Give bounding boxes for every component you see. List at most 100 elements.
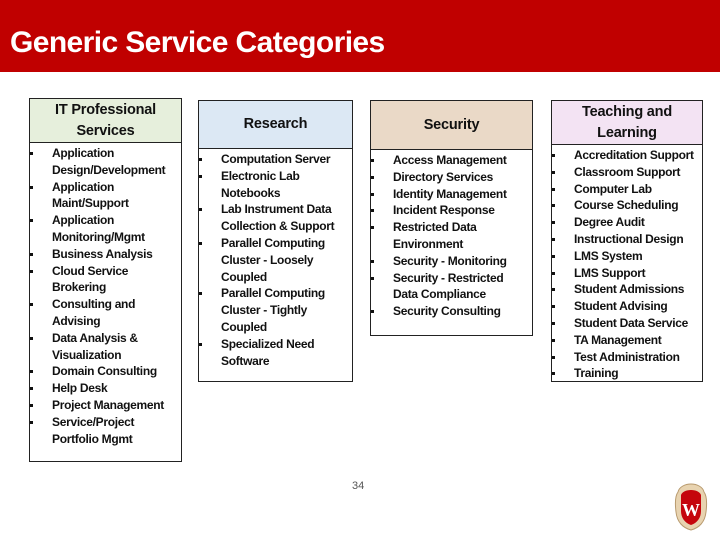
category-item-list: Access Management Directory Services Ident…: [371, 150, 532, 320]
bullet-icon: [199, 174, 202, 178]
bullet-icon: [552, 321, 555, 325]
slide-title: Generic Service Categories: [10, 26, 385, 59]
list-item: Degree Audit: [552, 214, 702, 231]
list-item: Course Scheduling: [552, 197, 702, 214]
bullet-icon: [30, 370, 33, 374]
list-item-label: Parallel Computing Cluster - Tightly Cou…: [221, 286, 325, 334]
university-crest-icon: W: [674, 483, 708, 531]
list-item-label: Application Design/Development: [52, 146, 166, 177]
list-item: Access Management: [371, 152, 532, 169]
list-item-label: Access Management: [393, 153, 507, 167]
list-item: Computer Lab: [552, 181, 702, 198]
list-item: LMS System: [552, 248, 702, 265]
list-item: Test Administration: [552, 349, 702, 366]
list-item-label: Consulting and Advising: [52, 297, 136, 328]
list-item-label: Service/Project Portfolio Mgmt: [52, 414, 135, 446]
list-item: Application Design/Development: [30, 145, 181, 179]
bullet-icon: [552, 221, 555, 225]
list-item-label: Test Administration: [574, 349, 680, 364]
category-header: Teaching and Learning: [552, 101, 702, 145]
bullet-icon: [199, 292, 202, 296]
list-item: Training: [552, 365, 702, 382]
bullet-icon: [30, 403, 33, 407]
list-item: Security - Restricted Data Compliance: [371, 270, 532, 304]
list-item: Application Maint/Support: [30, 179, 181, 213]
bullet-icon: [30, 219, 33, 223]
bullet-icon: [30, 152, 33, 155]
list-item-label: Restricted Data Environment: [393, 220, 477, 251]
list-item: Consulting and Advising: [30, 296, 181, 330]
crest-letter: W: [682, 500, 700, 520]
list-item-label: Instructional Design: [574, 231, 684, 246]
list-item: Project Management: [30, 397, 181, 414]
list-item: Student Data Service: [552, 315, 702, 332]
category-box-it-professional-services: IT Professional Services Application Des…: [29, 98, 182, 462]
category-header: Security: [371, 101, 532, 150]
list-item-label: Cloud Service Brokering: [52, 263, 129, 295]
list-item-label: Specialized Need Software: [221, 336, 315, 368]
list-item-label: Student Admissions: [574, 282, 685, 297]
list-item-label: Incident Response: [393, 203, 495, 218]
category-header: IT Professional Services: [30, 99, 181, 143]
list-item-label: Student Data Service: [574, 315, 689, 330]
bullet-icon: [199, 158, 202, 161]
list-item-label: Application Maint/Support: [52, 179, 129, 211]
list-item-label: Parallel Computing Cluster - Loosely Cou…: [221, 235, 325, 284]
list-item-label: TA Management: [574, 332, 662, 347]
list-item: Parallel Computing Cluster - Loosely Cou…: [199, 235, 352, 285]
list-item-label: Data Analysis & Visualization: [52, 330, 138, 362]
bullet-icon: [552, 288, 555, 292]
list-item-label: LMS System: [574, 248, 643, 263]
list-item: Security Consulting: [371, 303, 532, 320]
list-item-label: Computer Lab: [574, 181, 652, 196]
bullet-icon: [371, 175, 374, 179]
list-item: Identity Management: [371, 186, 532, 203]
category-box-security: Security Access Management Directory Serv…: [370, 100, 533, 336]
list-item: Service/Project Portfolio Mgmt: [30, 414, 181, 448]
bullet-icon: [30, 420, 33, 424]
list-item-label: Directory Services: [393, 169, 493, 184]
list-item: TA Management: [552, 332, 702, 349]
list-item: Parallel Computing Cluster - Tightly Cou…: [199, 285, 352, 335]
list-item-label: Computation Server: [221, 152, 331, 166]
bullet-icon: [552, 254, 555, 258]
list-item-label: Course Scheduling: [574, 198, 679, 213]
bullet-icon: [199, 241, 202, 245]
list-item: Student Admissions: [552, 281, 702, 298]
list-item-label: Security Consulting: [393, 304, 501, 319]
category-item-list: Accreditation Support Classroom Support Co…: [552, 145, 702, 382]
bullet-icon: [552, 305, 555, 309]
list-item: Data Analysis & Visualization: [30, 330, 181, 364]
bullet-icon: [199, 208, 202, 212]
list-item: Instructional Design: [552, 231, 702, 248]
page-number: 34: [352, 480, 365, 492]
list-item-label: Training: [574, 366, 619, 381]
list-item-label: Lab Instrument Data Collection & Support: [221, 202, 335, 234]
list-item: Student Advising: [552, 298, 702, 315]
category-header: Research: [199, 101, 352, 149]
bullet-icon: [371, 310, 374, 314]
list-item: LMS Support: [552, 265, 702, 282]
list-item: Application Monitoring/Mgmt: [30, 212, 181, 246]
bullet-icon: [30, 252, 33, 256]
list-item-label: Degree Audit: [574, 215, 645, 230]
list-item: Incident Response: [371, 202, 532, 219]
bullet-icon: [552, 355, 555, 359]
list-item-label: Security - Monitoring: [393, 253, 507, 268]
bullet-icon: [30, 269, 33, 273]
bullet-icon: [552, 204, 555, 208]
list-item: Business Analysis: [30, 246, 181, 263]
list-item: Specialized Need Software: [199, 336, 352, 370]
category-box-research: Research Computation Server Electronic La…: [198, 100, 353, 382]
list-item: Domain Consulting: [30, 363, 181, 380]
bullet-icon: [30, 336, 33, 340]
list-item-label: Accreditation Support: [574, 148, 694, 162]
bullet-icon: [371, 209, 374, 213]
bullet-icon: [552, 187, 555, 191]
title-band: Generic Service Categories: [0, 0, 720, 72]
list-item: Accreditation Support: [552, 147, 702, 164]
list-item: Security - Monitoring: [371, 253, 532, 270]
bullet-icon: [371, 192, 374, 196]
bullet-icon: [30, 303, 33, 307]
list-item-label: Application Monitoring/Mgmt: [52, 213, 145, 244]
